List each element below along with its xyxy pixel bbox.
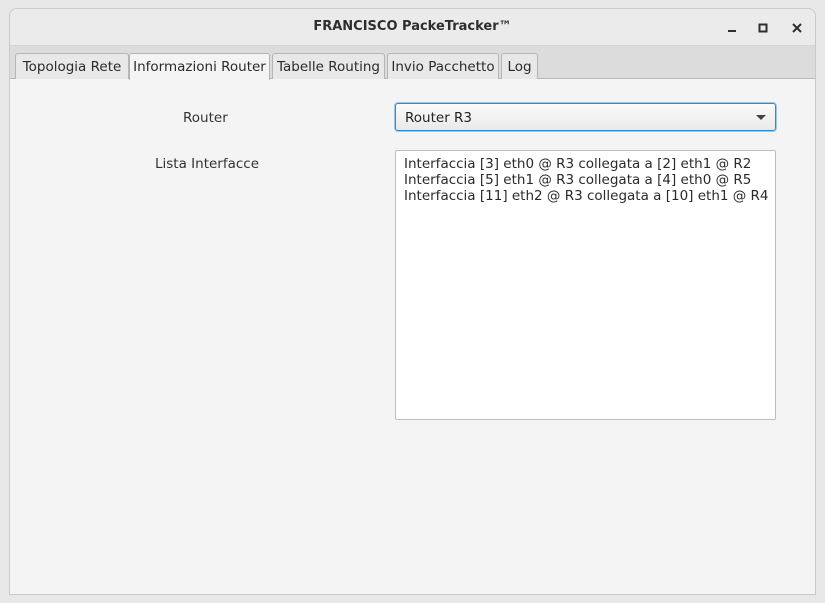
router-select[interactable]: Router R3	[395, 103, 776, 131]
minimize-icon[interactable]	[722, 18, 742, 38]
tab-log[interactable]: Log	[501, 53, 538, 79]
tab-invio-pacchetto[interactable]: Invio Pacchetto	[387, 53, 499, 79]
tab-content-informazioni-router: Router Router R3 Lista Interfacce Interf…	[10, 79, 815, 594]
tab-informazioni-router[interactable]: Informazioni Router	[129, 53, 270, 80]
window-title: FRANCISCO PackeTracker™	[313, 19, 512, 34]
interface-line: Interfaccia [5] eth1 @ R3 collegata a [4…	[404, 172, 752, 188]
router-label: Router	[183, 110, 228, 126]
router-select-value: Router R3	[405, 110, 472, 126]
chevron-down-icon	[756, 115, 766, 120]
close-icon[interactable]	[787, 18, 807, 38]
title-bar[interactable]: FRANCISCO PackeTracker™	[10, 9, 815, 46]
interfaces-list[interactable]: Interfaccia [3] eth0 @ R3 collegata a [2…	[395, 150, 776, 420]
app-window: FRANCISCO PackeTracker™ Topologia Rete I…	[9, 8, 816, 595]
tab-topologia-rete[interactable]: Topologia Rete	[15, 53, 129, 79]
tab-bar: Topologia Rete Informazioni Router Tabel…	[10, 46, 815, 80]
interface-line: Interfaccia [11] eth2 @ R3 collegata a […	[404, 188, 769, 204]
interfaces-label: Lista Interfacce	[155, 156, 260, 172]
maximize-icon[interactable]	[753, 18, 773, 38]
interface-line: Interfaccia [3] eth0 @ R3 collegata a [2…	[404, 156, 752, 172]
tab-tabelle-routing[interactable]: Tabelle Routing	[272, 53, 385, 79]
